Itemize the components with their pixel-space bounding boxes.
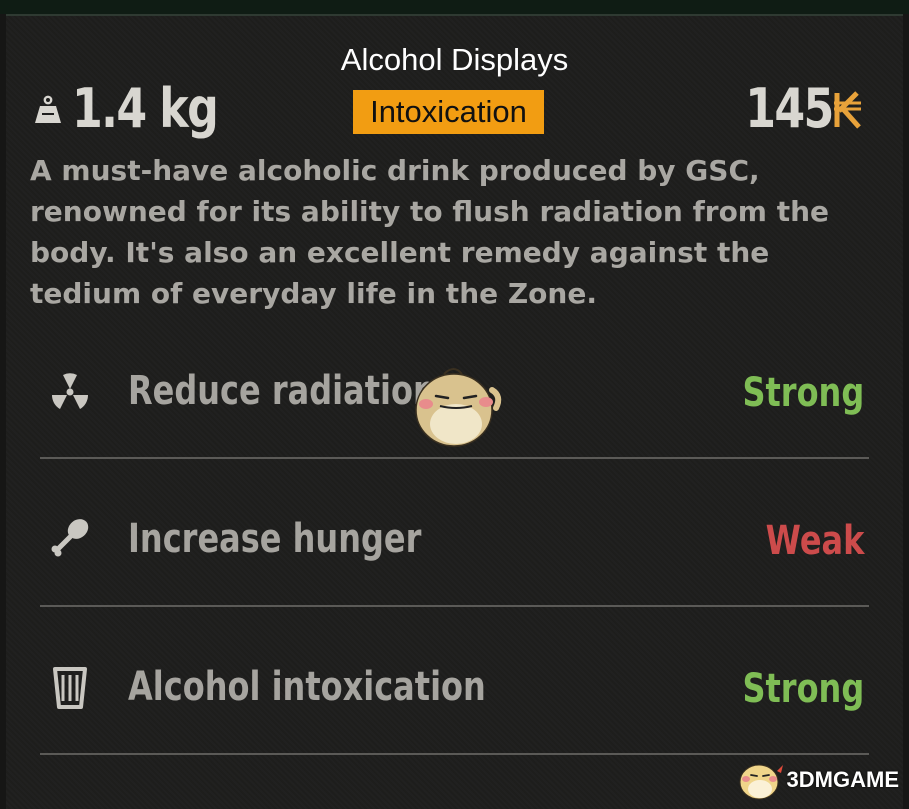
stat-row-increase-hunger: Increase hunger Weak	[40, 459, 869, 607]
hunger-drumstick-icon	[51, 519, 89, 557]
weight-value: 1.4 kg	[72, 76, 219, 140]
stat-label: Reduce radiation	[128, 368, 436, 414]
watermark-mascot-icon	[739, 764, 783, 800]
stat-label: Increase hunger	[128, 516, 422, 562]
overlay-title: Alcohol Displays	[340, 42, 569, 77]
stat-value: Strong	[742, 666, 864, 712]
item-price: 145	[726, 76, 865, 140]
stat-value: Strong	[742, 370, 864, 416]
watermark-text: 3DMGAME	[786, 767, 899, 792]
stat-label: Alcohol intoxication	[128, 664, 486, 710]
site-watermark: 3DMGAME	[733, 757, 899, 803]
item-description: A must-have alcoholic drink produced by …	[30, 154, 830, 310]
intoxication-badge: Intoxication	[353, 90, 544, 134]
item-tooltip-panel: Alcohol Displays Intoxication 1.4 kg 145…	[0, 0, 909, 809]
mascot-sticker	[415, 368, 502, 447]
row-divider	[40, 753, 869, 755]
stat-row-alcohol-intoxication: Alcohol intoxication Strong	[40, 607, 869, 755]
item-weight: 1.4 kg	[30, 76, 249, 140]
glass-icon	[53, 667, 87, 709]
weight-icon	[35, 95, 61, 123]
panel-top-edge	[0, 0, 909, 16]
price-value: 145	[745, 76, 834, 140]
panel-left-edge	[0, 14, 6, 809]
radiation-icon	[51, 373, 89, 409]
coupon-currency-icon	[834, 91, 861, 129]
panel-right-edge	[903, 14, 909, 809]
stat-value: Weak	[765, 518, 864, 564]
